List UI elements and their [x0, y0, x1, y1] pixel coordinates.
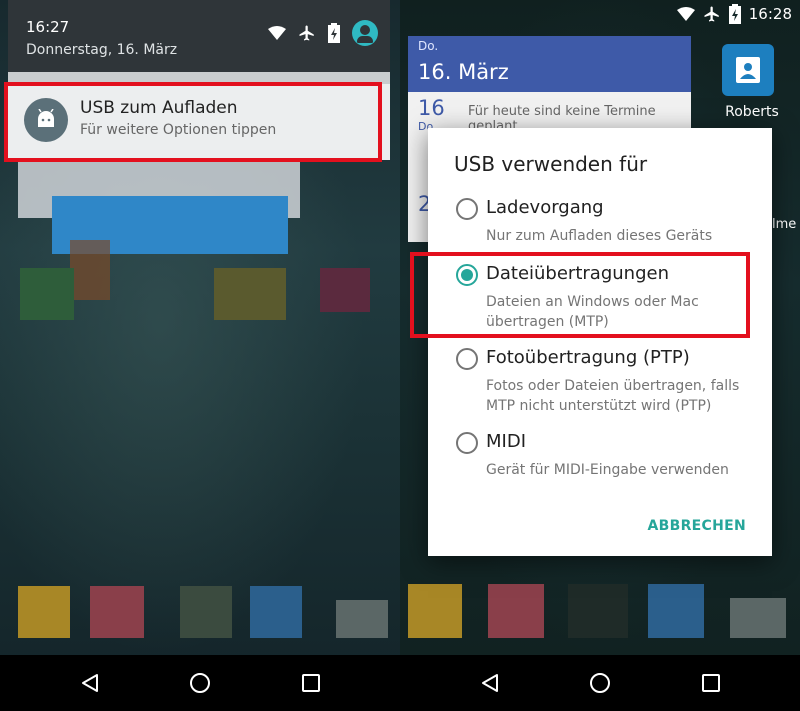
contact-label: Roberts — [725, 104, 779, 120]
date: Donnerstag, 16. März — [26, 42, 178, 58]
highlight-box — [4, 82, 382, 162]
radio-button[interactable] — [456, 198, 478, 220]
airplane-icon — [299, 25, 314, 41]
wifi-icon — [676, 7, 695, 21]
blurred-tile — [336, 600, 388, 638]
blurred-tile — [648, 584, 704, 638]
airplane-icon — [704, 6, 719, 22]
battery-charging-icon — [328, 23, 340, 43]
option-description: Nur zum Aufladen dieses Geräts — [486, 228, 713, 244]
blurred-tile — [408, 584, 462, 638]
back-icon[interactable] — [80, 673, 100, 693]
calendar-day-number: 16 — [418, 96, 445, 120]
option-description: Fotos oder Dateien übertragen, falls MTP… — [486, 378, 740, 414]
user-icon[interactable] — [352, 20, 378, 46]
blurred-tile — [568, 584, 628, 638]
option-charging[interactable]: Ladevorgang Nur zum Aufladen dieses Gerä… — [428, 194, 772, 254]
calendar-weekday: Do. — [418, 39, 439, 53]
calendar-widget-header[interactable]: Do. 16. März — [408, 36, 691, 92]
cancel-button[interactable]: ABBRECHEN — [648, 518, 747, 534]
option-description: Gerät für MIDI-Eingabe verwenden — [486, 462, 729, 478]
blurred-tile — [20, 268, 74, 320]
clock: 16:27 — [26, 18, 70, 36]
recents-icon[interactable] — [702, 674, 720, 692]
blurred-tile — [90, 586, 144, 638]
home-icon[interactable] — [190, 673, 210, 693]
radio-button[interactable] — [456, 348, 478, 370]
recents-icon[interactable] — [302, 674, 320, 692]
back-icon[interactable] — [480, 673, 500, 693]
option-midi[interactable]: MIDI Gerät für MIDI-Eingabe verwenden — [428, 428, 772, 484]
clock: 16:28 — [748, 5, 792, 23]
battery-charging-icon — [728, 4, 741, 24]
blurred-tile — [730, 598, 786, 638]
contacts-icon[interactable] — [722, 44, 774, 96]
notification-shade-header: 16:27 Donnerstag, 16. März — [8, 0, 390, 80]
blurred-tile — [18, 586, 70, 638]
blurred-tile — [214, 268, 286, 320]
option-label: Ladevorgang — [486, 197, 604, 218]
status-bar: 16:28 — [676, 4, 792, 24]
blurred-block — [70, 240, 110, 300]
option-label: MIDI — [486, 431, 527, 452]
right-screen: 16:28 Do. 16. März 16 Do Für heute sind … — [400, 0, 800, 711]
usb-options-dialog: USB verwenden für Ladevorgang Nur zum Au… — [428, 128, 772, 556]
option-label: Fotoübertragung (PTP) — [486, 347, 690, 368]
radio-button[interactable] — [456, 432, 478, 454]
blurred-tile — [488, 584, 544, 638]
status-icons — [268, 20, 378, 46]
blurred-tile — [180, 586, 232, 638]
navigation-bar — [0, 655, 400, 711]
left-screen: 16:27 Donnerstag, 16. März USB zum Aufla… — [0, 0, 400, 711]
home-icon[interactable] — [590, 673, 610, 693]
wifi-icon — [268, 26, 286, 40]
dialog-title: USB verwenden für — [454, 152, 648, 176]
edge-label: lme — [772, 217, 797, 232]
blurred-tile — [250, 586, 302, 638]
highlight-box — [410, 252, 750, 338]
blurred-tile — [320, 268, 370, 312]
option-photo-transfer[interactable]: Fotoübertragung (PTP) Fotos oder Dateien… — [428, 344, 772, 420]
navigation-bar — [400, 655, 800, 711]
calendar-date: 16. März — [418, 60, 509, 84]
